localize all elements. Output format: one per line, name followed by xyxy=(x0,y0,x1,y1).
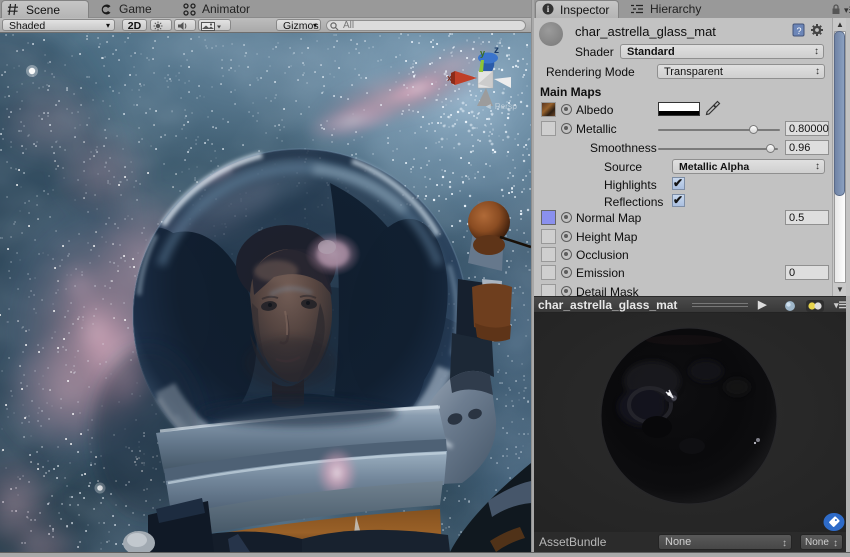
svg-text:z: z xyxy=(494,45,499,56)
svg-text:◄ Persp: ◄ Persp xyxy=(484,101,517,111)
svg-text:x: x xyxy=(447,73,452,83)
svg-text:?: ? xyxy=(796,26,801,36)
svg-text:y: y xyxy=(480,48,485,58)
